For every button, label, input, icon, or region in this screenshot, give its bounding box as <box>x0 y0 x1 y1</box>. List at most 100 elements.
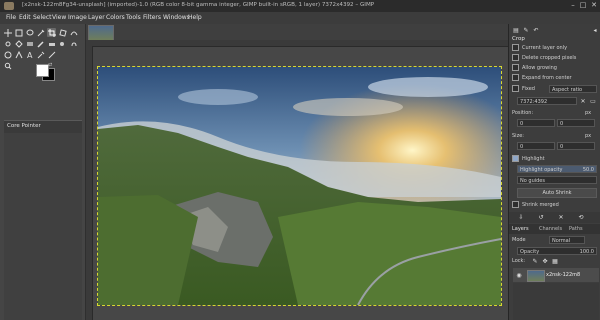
menu-windows[interactable]: Windows <box>163 12 190 24</box>
aspect-ratio-input[interactable]: 7372:4392 <box>517 97 577 105</box>
position-x-input[interactable]: 0 <box>517 119 555 127</box>
lock-alpha-icon[interactable]: ▦ <box>551 257 559 265</box>
menu-layer[interactable]: Layer <box>88 12 105 24</box>
undo-history-icon[interactable]: ↶ <box>532 26 540 34</box>
menu-tools[interactable]: Tools <box>126 12 141 24</box>
highlight-opacity-slider[interactable]: Highlight opacity 50.0 <box>517 165 597 173</box>
menu-edit[interactable]: Edit <box>19 12 31 24</box>
menu-help[interactable]: Help <box>188 12 202 24</box>
warp-transform-icon[interactable] <box>69 28 78 37</box>
tool-options-panel <box>4 133 82 320</box>
delete-options-icon[interactable]: ✕ <box>557 213 565 221</box>
zoom-tool-icon[interactable] <box>3 61 12 70</box>
layer-row[interactable]: ◉ x2nsk-122m8 <box>513 268 599 282</box>
align-tool-icon[interactable] <box>14 28 23 37</box>
delete-cropped-option[interactable]: Delete cropped pixels <box>512 54 576 63</box>
menu-filters[interactable]: Filters <box>143 12 161 24</box>
menu-file[interactable]: File <box>6 12 16 24</box>
menu-view[interactable]: View <box>52 12 66 24</box>
move-tool-icon[interactable] <box>3 28 12 37</box>
gimp-app-icon <box>4 2 14 10</box>
fuzzy-select-icon[interactable] <box>36 28 45 37</box>
eraser-icon[interactable] <box>47 39 56 48</box>
path-tool-icon[interactable] <box>14 50 23 59</box>
allow-growing-checkbox[interactable] <box>512 64 519 71</box>
current-layer-only-checkbox[interactable] <box>512 44 519 51</box>
tool-options-buttons: ⇩ ↺ ✕ ⟲ <box>509 212 600 223</box>
lock-label: Lock: <box>512 258 526 264</box>
restore-options-icon[interactable]: ↺ <box>537 213 545 221</box>
highlight-checkbox[interactable] <box>512 155 519 162</box>
image-thumbnail-tab[interactable] <box>88 25 114 41</box>
layers-list <box>513 283 599 320</box>
menu-colors[interactable]: Colors <box>106 12 125 24</box>
crop-tool-icon[interactable] <box>47 28 56 37</box>
gradient-tool-icon[interactable] <box>25 39 34 48</box>
dock-menu-icon[interactable]: ◂ <box>591 26 599 34</box>
paintbrush-icon[interactable] <box>36 39 45 48</box>
size-height-input[interactable]: 0 <box>557 142 595 150</box>
expand-from-center-option[interactable]: Expand from center <box>512 74 572 83</box>
clear-ratio-icon[interactable]: ✕ <box>579 97 587 105</box>
vertical-ruler[interactable] <box>86 46 93 320</box>
window-title: [x2nsk-122m8Fg34-unsplash] (imported)-1.… <box>22 2 375 8</box>
position-unit-select[interactable]: px <box>585 109 591 118</box>
ratio-orientation-icon[interactable]: ▭ <box>589 97 597 105</box>
image-canvas[interactable] <box>97 66 502 306</box>
tab-paths[interactable]: Paths <box>569 226 583 232</box>
guides-select[interactable]: No guides <box>517 176 597 184</box>
bucket-fill-icon[interactable] <box>14 39 23 48</box>
shrink-merged-option[interactable]: Shrink merged <box>512 201 559 210</box>
menu-select[interactable]: Select <box>33 12 52 24</box>
toolbox: A ⇄ Core Pointer <box>0 24 86 320</box>
maximize-icon[interactable]: □ <box>578 1 588 10</box>
right-dock: ▤ ✎ ↶ ◂ Crop Current layer only Delete c… <box>508 24 600 320</box>
layer-name[interactable]: x2nsk-122m8 <box>546 272 580 278</box>
close-icon[interactable]: ✕ <box>589 1 599 10</box>
unified-transform-icon[interactable] <box>58 28 67 37</box>
size-width-input[interactable]: 0 <box>517 142 555 150</box>
horizontal-ruler[interactable] <box>86 40 508 47</box>
image-tab-bar <box>86 24 508 41</box>
auto-shrink-button[interactable]: Auto Shrink <box>517 188 597 198</box>
allow-growing-option[interactable]: Allow growing <box>512 64 557 73</box>
tab-layers[interactable]: Layers <box>512 226 529 232</box>
crop-options-title: Crop <box>512 36 525 42</box>
fixed-checkbox[interactable] <box>512 85 519 92</box>
tool-options-tab[interactable]: Core Pointer <box>4 120 82 133</box>
highlight-option[interactable]: Highlight <box>512 155 545 164</box>
layer-visibility-icon[interactable]: ◉ <box>515 271 523 279</box>
svg-text:A: A <box>27 51 33 59</box>
save-options-icon[interactable]: ⇩ <box>517 213 525 221</box>
lock-pixels-icon[interactable]: ✎ <box>531 257 539 265</box>
menu-image[interactable]: Image <box>68 12 87 24</box>
reset-options-icon[interactable]: ⟲ <box>577 213 585 221</box>
mode-label: Mode <box>512 237 526 243</box>
clone-tool-icon[interactable] <box>58 39 67 48</box>
dock-config-icon[interactable]: ▤ <box>512 26 520 34</box>
device-status-icon[interactable]: ✎ <box>522 26 530 34</box>
menu-bar: File Edit Select View Image Layer Colors… <box>0 12 600 24</box>
delete-cropped-checkbox[interactable] <box>512 54 519 61</box>
dodge-burn-icon[interactable] <box>3 50 12 59</box>
layer-opacity-slider[interactable]: Opacity 100.0 <box>517 247 597 255</box>
position-y-input[interactable]: 0 <box>557 119 595 127</box>
minimize-icon[interactable]: – <box>568 1 578 10</box>
size-unit-select[interactable]: px <box>585 132 591 141</box>
fixed-mode-select[interactable]: Aspect ratio <box>549 85 597 93</box>
expand-from-center-checkbox[interactable] <box>512 74 519 81</box>
current-layer-only-option[interactable]: Current layer only <box>512 44 567 53</box>
fixed-option[interactable]: Fixed <box>512 85 535 94</box>
lasso-tool-icon[interactable] <box>25 28 34 37</box>
handle-transform-icon[interactable] <box>3 39 12 48</box>
layer-mode-select[interactable]: Normal <box>549 236 585 244</box>
smudge-tool-icon[interactable] <box>69 39 78 48</box>
layers-tab-bar: Layers Channels Paths <box>509 224 600 234</box>
color-picker-icon[interactable] <box>36 50 45 59</box>
swap-colors-icon[interactable]: ⇄ <box>48 62 52 68</box>
text-tool-icon[interactable]: A <box>25 50 34 59</box>
lock-position-icon[interactable]: ✥ <box>541 257 549 265</box>
tab-channels[interactable]: Channels <box>539 226 562 232</box>
shrink-merged-checkbox[interactable] <box>512 201 519 208</box>
measure-tool-icon[interactable] <box>47 50 56 59</box>
